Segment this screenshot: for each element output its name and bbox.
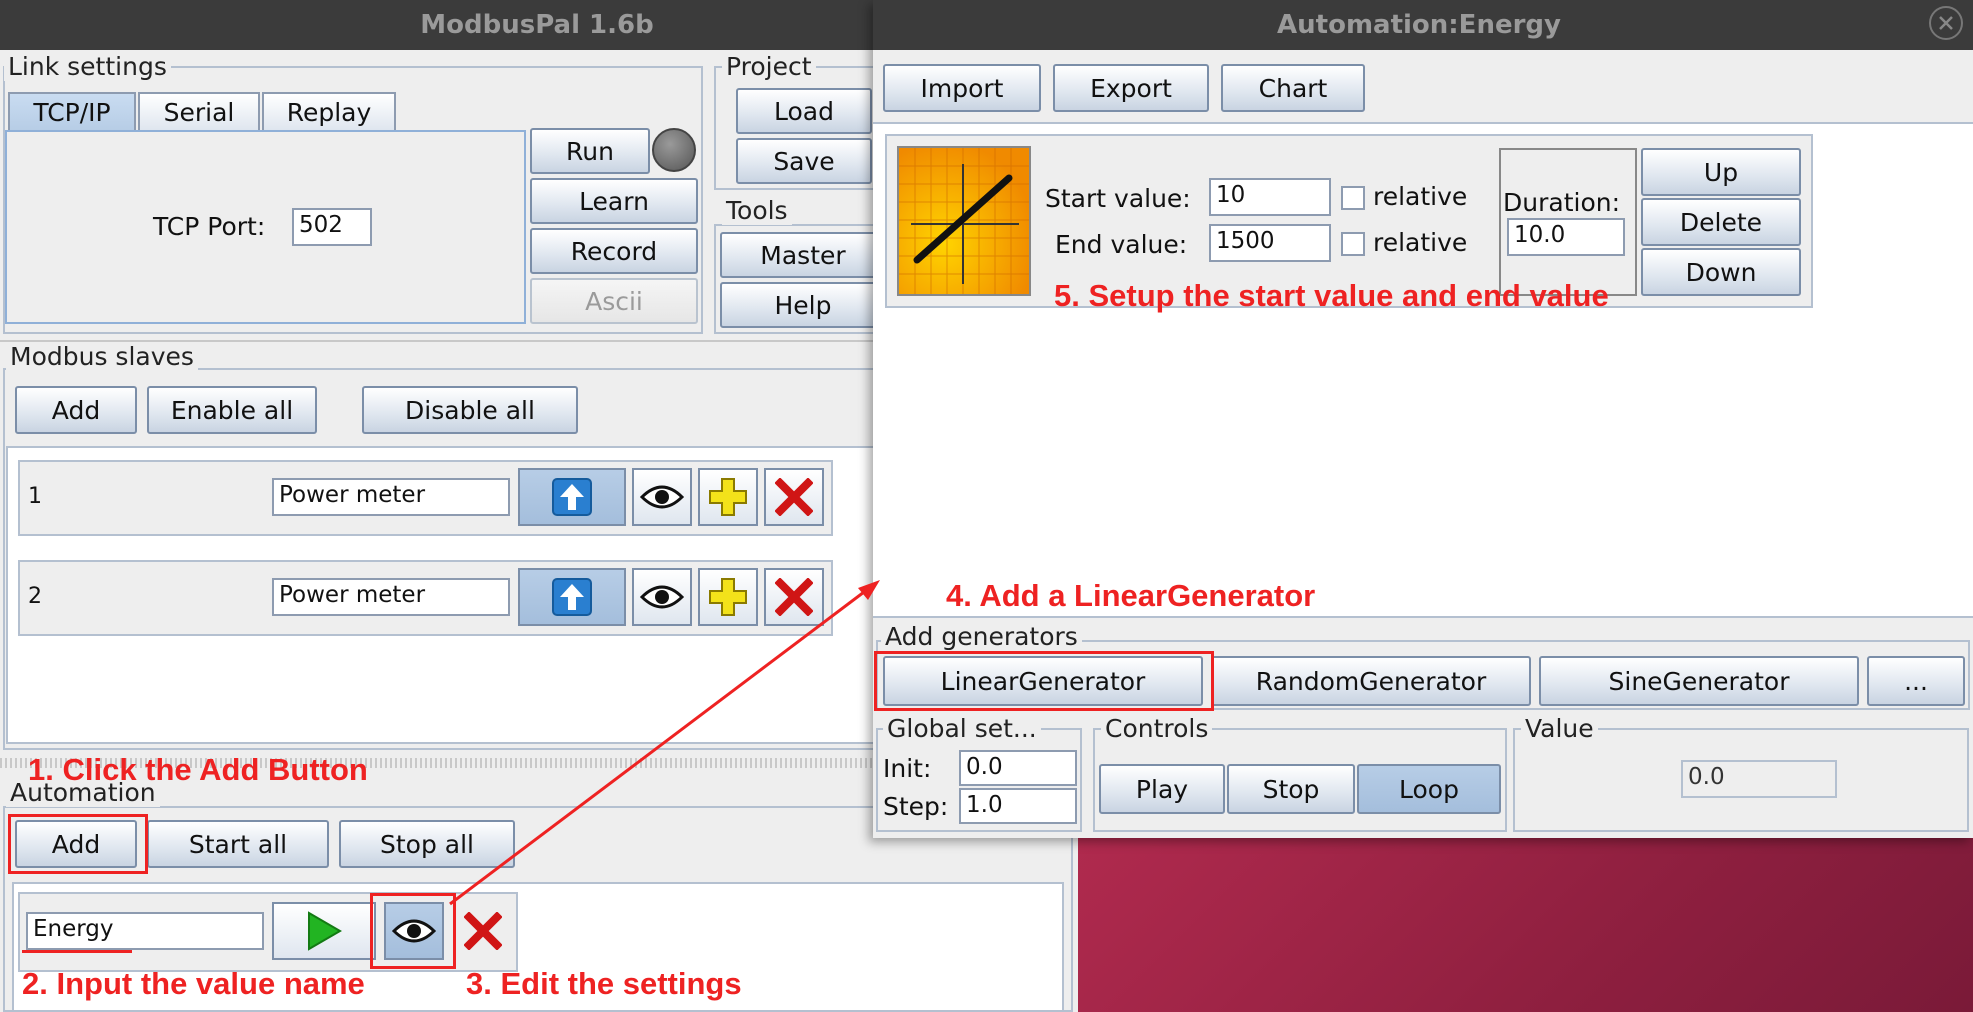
- annotation-step-5: 5. Setup the start value and end value: [1054, 278, 1609, 313]
- annotation-step-1: 1. Click the Add Button: [28, 752, 368, 787]
- annotation-step-2: 2. Input the value name: [22, 966, 365, 1001]
- annotation-step-3: 3. Edit the settings: [466, 966, 742, 1001]
- annotation-step-4: 4. Add a LinearGenerator: [946, 578, 1316, 613]
- annotation-arrow: [449, 580, 880, 906]
